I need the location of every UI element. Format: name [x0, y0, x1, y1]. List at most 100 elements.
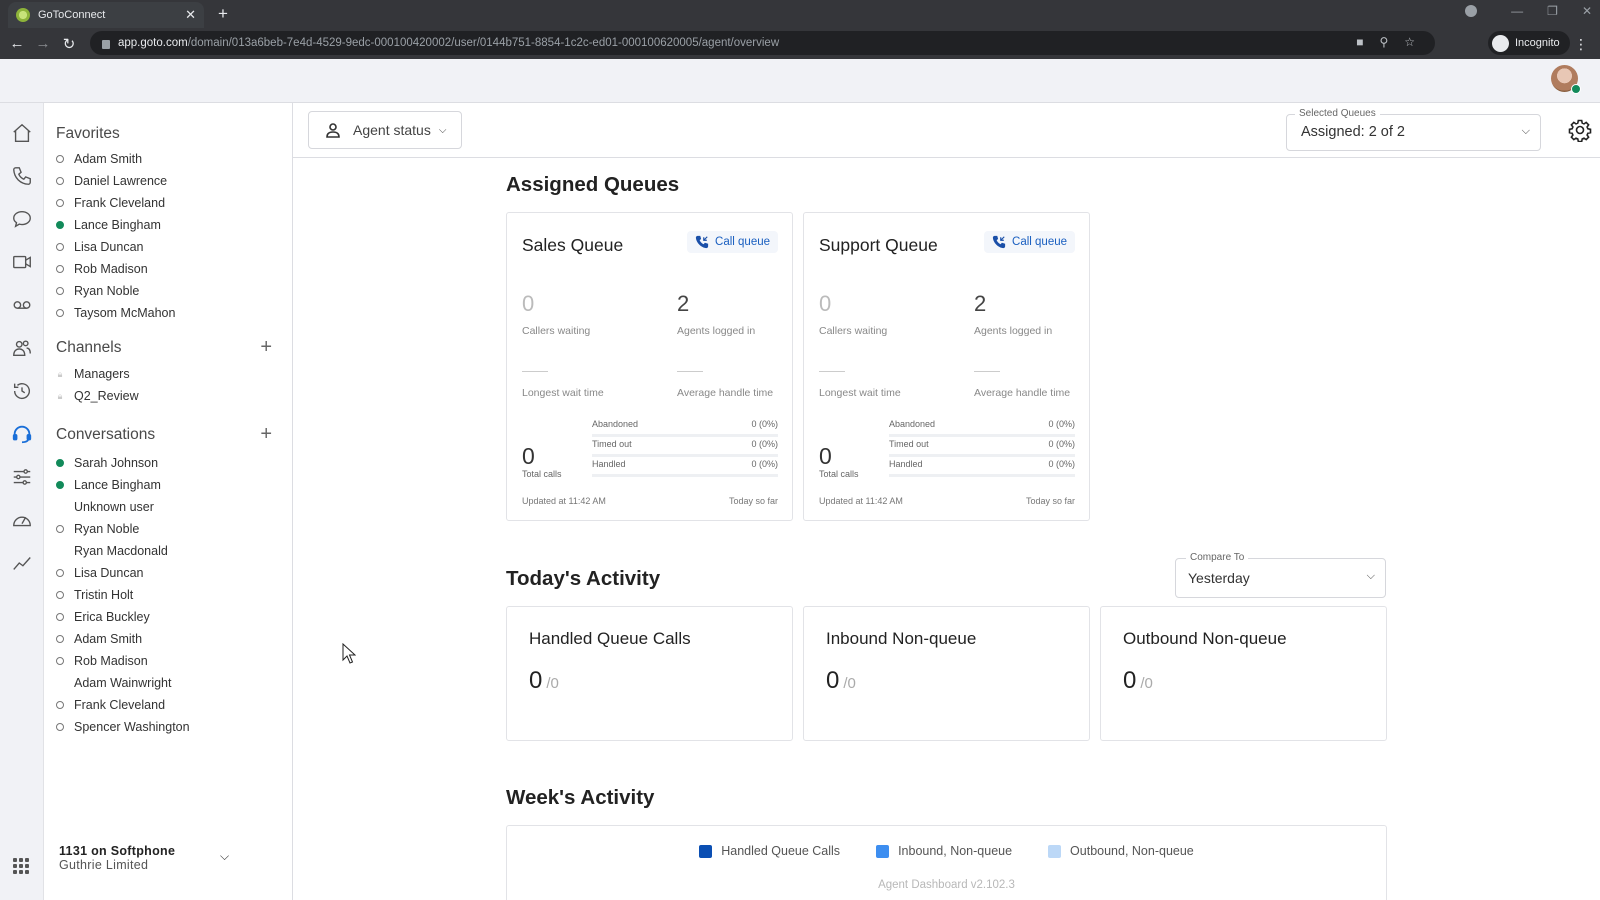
legend-item[interactable]: Handled Queue Calls: [699, 844, 840, 858]
browser-tab[interactable]: GoToConnect ✕: [8, 2, 204, 28]
list-item[interactable]: Sarah Johnson: [56, 452, 276, 474]
period-label: Today so far: [728, 496, 778, 506]
queue-name: Support Queue: [819, 235, 938, 255]
line-selector[interactable]: 1131 on Softphone Guthrie Limited: [59, 844, 234, 872]
list-item[interactable]: Tristin Holt: [56, 584, 276, 606]
call-queue-badge[interactable]: Call queue: [984, 231, 1075, 253]
voicemail-icon[interactable]: [10, 293, 34, 317]
chevron-down-icon: ⌵: [438, 124, 447, 136]
gear-icon[interactable]: [1568, 118, 1592, 142]
lock-icon: 🔒︎: [57, 390, 63, 401]
incognito-badge[interactable]: Incognito: [1488, 31, 1570, 55]
bookmark-star-icon[interactable]: ☆: [1404, 35, 1415, 49]
list-item[interactable]: Erica Buckley: [56, 606, 276, 628]
selected-queues-select[interactable]: Selected Queues Assigned: 2 of 2 ⌵: [1286, 108, 1541, 151]
breakdown-label: Timed out: [889, 439, 929, 449]
list-item-label: Lance Bingham: [74, 478, 161, 492]
lock-icon: 🔒︎: [57, 368, 63, 379]
video-icon[interactable]: [10, 250, 34, 274]
camera-icon[interactable]: ■: [1356, 35, 1363, 49]
compare-to-value: Yesterday: [1188, 570, 1250, 586]
reload-icon[interactable]: ↻: [56, 35, 82, 53]
callers-waiting-value: 0: [819, 291, 832, 316]
legend-label: Handled Queue Calls: [721, 844, 841, 858]
list-item-label: Rob Madison: [74, 654, 148, 668]
phone-icon[interactable]: [10, 164, 34, 188]
list-item[interactable]: Ryan Noble: [56, 518, 276, 540]
contact-center-headset-icon[interactable]: [10, 422, 34, 446]
close-tab-icon[interactable]: ✕: [185, 7, 196, 23]
list-item[interactable]: Lisa Duncan: [56, 562, 276, 584]
contacts-icon[interactable]: [10, 336, 34, 360]
activity-compare-value: /0: [1140, 675, 1153, 692]
add-conversation-icon[interactable]: +: [260, 424, 272, 444]
list-item[interactable]: Adam Wainwright: [56, 672, 276, 694]
breakdown-value: 0 (0%): [751, 419, 778, 429]
chevron-down-icon[interactable]: ⌵: [220, 849, 229, 864]
presence-offline-icon: [56, 613, 64, 621]
forward-icon[interactable]: →: [30, 35, 56, 52]
list-item[interactable]: Lance Bingham: [56, 474, 276, 496]
legend-item[interactable]: Outbound, Non-queue: [1048, 844, 1194, 858]
list-item[interactable]: Ryan Macdonald: [56, 540, 276, 562]
version-label: Agent Dashboard v2.102.3: [878, 879, 1015, 891]
history-icon[interactable]: [10, 379, 34, 403]
compare-to-select[interactable]: Compare To Yesterday ⌵: [1175, 552, 1386, 598]
back-icon[interactable]: ←: [4, 35, 30, 52]
channel-item[interactable]: 🔒︎ Managers: [56, 363, 276, 385]
list-item[interactable]: Daniel Lawrence: [56, 170, 276, 192]
zoom-icon[interactable]: ⚲: [1379, 35, 1388, 49]
chevron-down-icon: ⌵: [1366, 570, 1375, 582]
legend-label: Outbound, Non-queue: [1070, 844, 1194, 858]
close-window-icon[interactable]: ✕: [1582, 4, 1592, 18]
list-item-label: Erica Buckley: [74, 610, 150, 624]
presence-offline-icon: [56, 701, 64, 709]
browser-menu-icon[interactable]: ⋮: [1574, 36, 1588, 53]
favorites-heading: Favorites: [56, 125, 120, 142]
list-item[interactable]: Lance Bingham: [56, 214, 276, 236]
list-item[interactable]: Rob Madison: [56, 258, 276, 280]
list-item-label: Adam Smith: [74, 152, 143, 166]
gotoconnect-favicon-icon: [16, 8, 30, 22]
profile-menu-icon[interactable]: [1465, 5, 1478, 17]
list-item[interactable]: Taysom McMahon: [56, 302, 276, 324]
agent-status-button[interactable]: Agent status ⌵: [308, 111, 462, 149]
activity-value: 0: [826, 667, 840, 694]
list-item[interactable]: Adam Smith: [56, 628, 276, 650]
app-launcher-grid-icon[interactable]: [13, 858, 29, 874]
breakdown-value: 0 (0%): [1048, 439, 1075, 449]
presence-none-icon: [56, 679, 64, 687]
home-icon[interactable]: [10, 121, 34, 145]
analytics-icon[interactable]: [10, 551, 34, 575]
chat-icon[interactable]: [10, 207, 34, 231]
new-tab-icon[interactable]: +: [218, 4, 228, 24]
url-host: app.goto.com: [118, 37, 188, 49]
list-item-label: Adam Smith: [74, 632, 143, 646]
presence-offline-icon: [56, 657, 64, 665]
list-item[interactable]: Lisa Duncan: [56, 236, 276, 258]
list-item-label: Sarah Johnson: [74, 456, 159, 470]
activity-card: Handled Queue Calls 0/0: [506, 606, 793, 741]
list-item[interactable]: Spencer Washington: [56, 716, 276, 738]
line-subtitle: Guthrie Limited: [59, 858, 149, 872]
activity-value: 0: [529, 667, 543, 694]
legend-item[interactable]: Inbound, Non-queue: [876, 844, 1012, 858]
dashboard-gauge-icon[interactable]: [10, 508, 34, 532]
list-item[interactable]: Ryan Noble: [56, 280, 276, 302]
address-bar: ← → ↻ app.goto.com/domain/013a6beb-7e4d-…: [0, 28, 1600, 59]
user-avatar[interactable]: [1551, 65, 1581, 94]
restore-icon[interactable]: ❐: [1547, 4, 1558, 18]
app-header: [0, 59, 1600, 103]
channel-item[interactable]: 🔒︎ Q2_Review: [56, 385, 276, 407]
add-channel-icon[interactable]: +: [260, 337, 272, 357]
list-item[interactable]: Unknown user: [56, 496, 276, 518]
url-field[interactable]: app.goto.com/domain/013a6beb-7e4d-4529-9…: [90, 31, 1435, 55]
list-item[interactable]: Rob Madison: [56, 650, 276, 672]
list-item[interactable]: Adam Smith: [56, 148, 276, 170]
presence-offline-icon: [56, 723, 64, 731]
list-item[interactable]: Frank Cleveland: [56, 192, 276, 214]
minimize-icon[interactable]: —: [1511, 4, 1523, 18]
call-queue-badge[interactable]: Call queue: [687, 231, 778, 253]
settings-sliders-icon[interactable]: [10, 465, 34, 489]
list-item[interactable]: Frank Cleveland: [56, 694, 276, 716]
